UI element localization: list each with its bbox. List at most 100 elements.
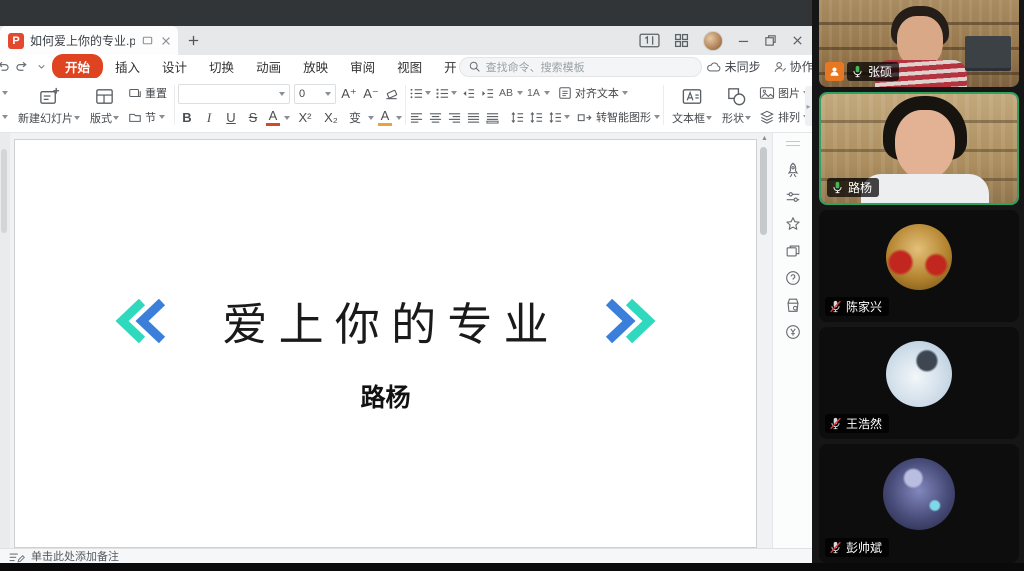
collaborate-button[interactable]: 协作	[769, 58, 812, 75]
canvas-scrollbar[interactable]: ▲	[759, 135, 769, 545]
document-tab-title: 如何爱上你的专业.pptx	[30, 32, 135, 49]
tab-animation[interactable]: 动画	[246, 55, 291, 78]
new-tab-button[interactable]	[178, 26, 208, 55]
command-search-input[interactable]: 查找命令、搜索模板	[459, 57, 702, 77]
properties-sliders-icon[interactable]	[784, 183, 802, 210]
tab-transition[interactable]: 切换	[199, 55, 244, 78]
tab-home[interactable]: 开始	[52, 54, 103, 79]
clear-format-icon[interactable]	[384, 86, 399, 101]
shape-button[interactable]: 形状	[717, 81, 756, 129]
undo-icon[interactable]	[0, 60, 9, 73]
line-spacing-caret[interactable]	[544, 91, 550, 95]
participant-name: 陈家兴	[846, 298, 882, 315]
decrease-font-icon[interactable]: A⁻	[362, 86, 380, 102]
template-store-icon[interactable]	[784, 291, 802, 318]
decrease-indent-icon[interactable]	[461, 87, 476, 100]
tab-view[interactable]: 视图	[387, 55, 432, 78]
section-button[interactable]: 节	[128, 109, 167, 125]
char-width-caret[interactable]	[517, 91, 523, 95]
bullet-list-icon[interactable]	[409, 87, 431, 100]
font-name-select[interactable]	[178, 84, 290, 104]
font-color-button[interactable]: A	[266, 109, 280, 126]
reset-button[interactable]: 重置	[128, 85, 167, 101]
align-justify-icon[interactable]	[466, 111, 481, 124]
paragraph-group: AB 1A 对齐文本 转智能图形	[409, 81, 660, 129]
selection-pane-icon[interactable]	[784, 237, 802, 264]
highlight-button[interactable]: A	[378, 109, 392, 126]
superscript-button[interactable]: X²	[294, 110, 316, 125]
text-effect-button[interactable]: 变	[346, 109, 364, 126]
effects-star-icon[interactable]	[784, 210, 802, 237]
notes-bar[interactable]: 单击此处添加备注	[0, 548, 812, 563]
align-center-icon[interactable]	[428, 111, 443, 124]
strikethrough-button[interactable]: S	[244, 110, 262, 125]
layout-button[interactable]: 版式	[85, 81, 124, 129]
line-spacing-2-icon[interactable]	[529, 111, 544, 124]
picture-button[interactable]: 图片	[759, 85, 809, 101]
side-toolbar-handle[interactable]	[786, 141, 800, 146]
restore-button[interactable]	[764, 34, 777, 47]
single-page-view-icon[interactable]	[639, 33, 660, 48]
align-text-button[interactable]: 对齐文本	[558, 85, 628, 101]
scrollbar-thumb[interactable]	[760, 147, 767, 235]
person-figure	[895, 110, 955, 180]
underline-button[interactable]: U	[222, 110, 240, 125]
redo-icon[interactable]	[16, 60, 29, 73]
account-avatar[interactable]	[703, 31, 723, 51]
customize-quickbar-icon[interactable]	[36, 61, 47, 72]
participant-tile[interactable]: 彭帅斌	[819, 444, 1019, 563]
paste-button-clipped[interactable]	[0, 81, 13, 129]
subscript-button[interactable]: X₂	[320, 110, 342, 125]
participant-tile[interactable]: 张硕	[819, 0, 1019, 87]
text-effect-caret[interactable]	[368, 116, 374, 120]
char-width-button[interactable]: AB	[499, 87, 513, 99]
sync-status-button[interactable]: 未同步	[702, 58, 765, 75]
wps-window: P 如何爱上你的专业.pptx 开始	[0, 0, 812, 571]
scroll-up-arrow[interactable]: ▲	[761, 135, 768, 142]
smart-graphic-button[interactable]: 转智能图形	[577, 109, 660, 125]
arrange-button[interactable]: 排列	[759, 109, 809, 125]
participant-tile-active-speaker[interactable]: 路杨	[819, 92, 1019, 205]
tab-developer-truncated[interactable]: 开	[434, 55, 457, 78]
slide-canvas[interactable]: 爱上你的专业 路杨	[14, 139, 757, 548]
italic-button[interactable]: I	[200, 110, 218, 126]
thumbnail-panel-collapsed[interactable]	[0, 133, 10, 548]
font-color-caret[interactable]	[284, 116, 290, 120]
shapes-icon	[725, 85, 748, 108]
align-distribute-icon[interactable]	[485, 111, 500, 124]
text-box-button[interactable]: 文本框	[667, 81, 717, 129]
help-icon[interactable]	[784, 264, 802, 291]
highlight-caret[interactable]	[396, 116, 402, 120]
bold-button[interactable]: B	[178, 110, 196, 125]
line-spacing-1-icon[interactable]	[510, 111, 525, 124]
font-size-select[interactable]: 0	[294, 84, 336, 104]
member-coin-icon[interactable]	[784, 318, 802, 345]
panel-drag-handle[interactable]	[1, 149, 7, 233]
mic-on-icon	[850, 64, 865, 79]
participant-tile[interactable]: 陈家兴	[819, 210, 1019, 322]
increase-indent-icon[interactable]	[480, 87, 495, 100]
numbered-list-icon[interactable]	[435, 87, 457, 100]
tab-close-icon[interactable]	[160, 35, 172, 47]
minimize-button[interactable]	[737, 34, 750, 47]
line-spacing-3-icon[interactable]	[548, 111, 570, 124]
new-slide-button[interactable]: 新建幻灯片	[13, 81, 85, 129]
align-right-icon[interactable]	[447, 111, 462, 124]
quick-tools-rocket-icon[interactable]	[784, 156, 802, 183]
tab-insert[interactable]: 插入	[105, 55, 150, 78]
tab-review[interactable]: 审阅	[340, 55, 385, 78]
pin-icon[interactable]	[141, 34, 154, 47]
align-left-icon[interactable]	[409, 111, 424, 124]
increase-font-icon[interactable]: A⁺	[340, 86, 358, 102]
tab-slideshow[interactable]: 放映	[293, 55, 338, 78]
slide-title-text[interactable]: 爱上你的专业	[222, 288, 560, 353]
participant-tile[interactable]: 王浩然	[819, 327, 1019, 439]
line-spacing-button[interactable]: 1A	[527, 87, 540, 99]
apps-grid-icon[interactable]	[674, 33, 689, 48]
slide-author-text[interactable]: 路杨	[15, 378, 756, 414]
name-badge: 彭帅斌	[825, 538, 889, 557]
tab-design[interactable]: 设计	[152, 55, 197, 78]
close-button[interactable]	[791, 34, 804, 47]
ribbon-expander[interactable]: ▸	[805, 86, 812, 126]
document-tab[interactable]: P 如何爱上你的专业.pptx	[0, 26, 178, 55]
